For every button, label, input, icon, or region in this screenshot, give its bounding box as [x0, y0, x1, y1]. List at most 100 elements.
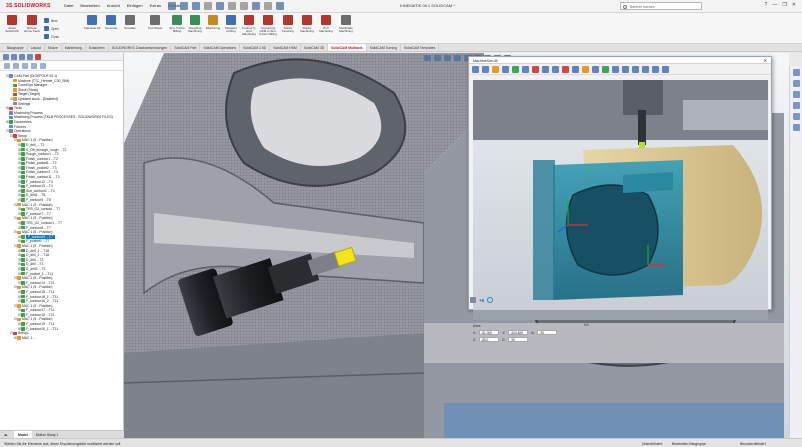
undo-icon[interactable] — [228, 2, 236, 10]
sim-view-right-icon[interactable] — [592, 66, 599, 73]
roughing-machining-button[interactable]: Roughing Machining — [186, 15, 204, 42]
save-icon[interactable] — [216, 2, 224, 10]
axis-z-value[interactable]: -85.0 — [479, 337, 500, 342]
sim-zoom-icon[interactable] — [612, 66, 619, 73]
sim-fixture-icon[interactable] — [532, 66, 539, 73]
tab-motion-study[interactable]: Motion Study 1 — [32, 431, 63, 438]
menu-tools[interactable]: Extras — [150, 3, 161, 8]
tab-model[interactable]: Model — [14, 431, 32, 438]
close-part-button[interactable]: Close — [44, 34, 59, 39]
sim-person-icon[interactable] — [470, 297, 476, 303]
close-button[interactable]: ✕ — [792, 2, 796, 8]
sim-pan-icon[interactable] — [632, 66, 639, 73]
appearances-icon[interactable] — [792, 113, 800, 120]
tab-layout[interactable]: Layout — [28, 44, 45, 51]
sim-home-icon[interactable] — [472, 66, 479, 73]
tree-tool-3-icon[interactable] — [22, 63, 28, 69]
sim-machine-icon[interactable] — [492, 66, 499, 73]
sim-open-icon[interactable] — [482, 66, 489, 73]
sim-5axis-milling-button[interactable]: Sim. 5-Axis Milling — [168, 15, 186, 42]
tree-tool-2-icon[interactable] — [13, 63, 19, 69]
sim-view-top-icon[interactable] — [572, 66, 579, 73]
tab-solidcam-part[interactable]: SolidCAM Part — [171, 44, 201, 51]
tab-solidcam-2-5d[interactable]: SolidCAM 2.5D — [240, 44, 271, 51]
home-icon[interactable] — [168, 2, 176, 10]
multiblade-machining-button[interactable]: Multiblade Machining — [337, 15, 355, 42]
open-folder-icon[interactable] — [192, 2, 200, 10]
axis-c-value[interactable]: -90 — [508, 337, 529, 342]
redo-icon[interactable] — [240, 2, 248, 10]
axis-a-value[interactable]: -90 — [537, 330, 558, 335]
solidcam-manager-tab-icon[interactable] — [35, 54, 41, 60]
rebuild-icon[interactable] — [264, 2, 272, 10]
custom-properties-icon[interactable] — [792, 124, 800, 131]
convert-hsm-button[interactable]: Converting HSM to Sim. 5-Axis Milling — [259, 15, 277, 42]
tab-solidcam-multiaxis[interactable]: SolidCAM Multiaxis — [328, 44, 367, 51]
sim-text-icon[interactable] — [552, 66, 559, 73]
file-explorer-icon[interactable] — [792, 91, 800, 98]
sim-stock-icon[interactable] — [512, 66, 519, 73]
new-button[interactable]: New — [44, 18, 57, 23]
menu-view[interactable]: Ansicht — [107, 3, 120, 8]
sim-rotate-icon[interactable] — [622, 66, 629, 73]
browse-home-parts-button[interactable]: Browse Home Parts — [23, 15, 41, 42]
about-solidcam-button[interactable]: About SolidCAM — [3, 15, 21, 42]
tree-tool-1-icon[interactable] — [4, 63, 10, 69]
resources-icon[interactable] — [792, 69, 800, 76]
sim-view-front-icon[interactable] — [582, 66, 589, 73]
dialog-close-button[interactable]: ✕ — [764, 58, 767, 63]
restore-button[interactable]: ❐ — [782, 2, 786, 8]
simulate-button[interactable]: Simulate — [121, 15, 139, 42]
sim-viewport[interactable] — [473, 80, 768, 320]
sim-refresh-icon[interactable] — [487, 297, 494, 303]
tree-tool-4-icon[interactable] — [31, 63, 37, 69]
print-icon[interactable] — [204, 2, 212, 10]
tab-solidcam-turning[interactable]: SolidCAM Turning — [367, 44, 401, 51]
contour-5axis-button[interactable]: Contour 5-Axis Machining — [240, 15, 258, 42]
new-document-icon[interactable] — [180, 2, 188, 10]
select-pointer-icon[interactable] — [252, 2, 260, 10]
tab-nav-arrows[interactable]: ◂▸ — [0, 431, 14, 438]
multiaxis-drilling-button[interactable]: Multiaxis Drilling — [222, 15, 240, 42]
rotary-finishing-button[interactable]: Rotary Finishing — [279, 15, 297, 42]
sim-chart-icon[interactable] — [542, 66, 549, 73]
design-library-icon[interactable] — [792, 80, 800, 87]
imachining-button[interactable]: iMachining — [204, 15, 222, 42]
calculate-all-button[interactable]: Calculate All — [83, 15, 101, 42]
tab-solidcam-templates[interactable]: SolidCAM Templates — [401, 44, 440, 51]
menu-file[interactable]: Datei — [64, 3, 73, 8]
tab-skizze[interactable]: Skizze — [45, 44, 62, 51]
tab-solidcam-hsm[interactable]: SolidCAM HSM — [270, 44, 301, 51]
view-palette-icon[interactable] — [792, 102, 800, 109]
zoom-area-icon[interactable] — [434, 55, 441, 61]
configuration-tab-icon[interactable] — [19, 54, 25, 60]
sim-settings-icon[interactable] — [642, 66, 649, 73]
generate-button[interactable]: Generate — [102, 15, 120, 42]
section-view-icon[interactable] — [454, 55, 461, 61]
sim-view-iso-icon[interactable] — [602, 66, 609, 73]
sim-grid-icon[interactable] — [652, 66, 659, 73]
port-machining-button[interactable]: Port Machining — [317, 15, 335, 42]
options-gear-icon[interactable] — [276, 2, 284, 10]
status-units[interactable]: Benutzerdefiniert — [740, 442, 766, 446]
sim-target-icon[interactable] — [522, 66, 529, 73]
previous-view-icon[interactable] — [444, 55, 451, 61]
axis-x-value[interactable]: -51.000 — [479, 330, 500, 335]
tree-tool-5-icon[interactable] — [40, 63, 46, 69]
tab-evaluieren[interactable]: Evaluieren — [86, 44, 109, 51]
tab-markierung[interactable]: Markierung — [62, 44, 86, 51]
sim-collision-icon[interactable] — [562, 66, 569, 73]
zoom-fit-icon[interactable] — [424, 55, 431, 61]
menu-insert[interactable]: Einfügen — [127, 3, 143, 8]
axis-y-value[interactable]: -404.465 — [508, 330, 529, 335]
tab-solidworks-zusatzanwendungen[interactable]: SOLIDWORKS Zusatzanwendungen — [109, 44, 172, 51]
property-manager-tab-icon[interactable] — [11, 54, 17, 60]
sim-help-icon[interactable] — [662, 66, 669, 73]
command-search-input[interactable]: Befehle suchen — [620, 2, 702, 10]
tab-solidcam-operations[interactable]: SolidCAM Operations — [200, 44, 241, 51]
rotary-machining-button[interactable]: Rotary Machining — [298, 15, 316, 42]
tab-baugruppe[interactable]: Baugruppe — [4, 44, 28, 51]
tree-node[interactable]: ⊞ MAC 1 ... — [0, 336, 124, 341]
minimize-button[interactable]: — — [772, 2, 777, 8]
menu-edit[interactable]: Bearbeiten — [80, 3, 99, 8]
